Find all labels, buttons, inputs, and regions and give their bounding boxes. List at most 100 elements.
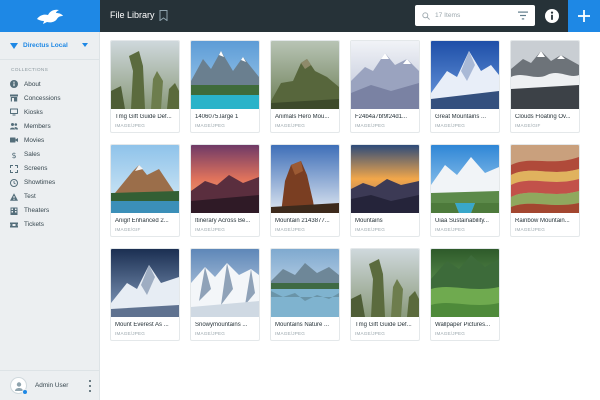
file-card[interactable]: 1406075.large 1 IMAGE/JPEG — [190, 40, 260, 133]
file-card[interactable]: Uiaa Sustainability... IMAGE/JPEG — [430, 144, 500, 237]
logo[interactable] — [0, 0, 100, 32]
file-thumbnail — [111, 41, 179, 109]
file-title: Mountains — [355, 218, 383, 224]
sidebar-item-label: Theaters — [24, 207, 50, 215]
film-icon — [10, 137, 18, 143]
sidebar-item-label: Sales — [24, 151, 40, 159]
file-title: Great Mountains ... — [435, 114, 487, 120]
file-type: IMAGE/JPEG — [435, 227, 466, 232]
sidebar-item-screens[interactable]: Screens — [0, 162, 100, 176]
file-title: Animals Hero Mou... — [275, 114, 330, 120]
file-card[interactable]: F24b4a7bf9f24d1... IMAGE/JPEG — [350, 40, 420, 133]
more-vertical-icon[interactable] — [88, 379, 92, 393]
svg-text:$: $ — [11, 151, 16, 159]
sidebar-item-theaters[interactable]: Theaters — [0, 204, 100, 218]
sidebar-item-sales[interactable]: $ Sales — [0, 147, 100, 161]
file-title: Anigif Enhanced 2... — [115, 218, 169, 224]
file-thumbnail — [271, 249, 339, 317]
sidebar-item-kiosks[interactable]: Kiosks — [0, 105, 100, 119]
dollar-icon: $ — [11, 151, 16, 159]
file-card[interactable]: Tmg Gift Guide Def... IMAGE/JPEG — [350, 248, 420, 341]
file-title: Clouds Floating Ov... — [515, 114, 571, 120]
file-type: IMAGE/JPEG — [195, 331, 226, 336]
file-title: Mount Everest As ... — [115, 322, 169, 328]
file-card[interactable]: Rainbow Mountain... IMAGE/JPEG — [510, 144, 580, 237]
sidebar-item-showtimes[interactable]: Showtimes — [0, 176, 100, 190]
collections-nav: About Concessions Kiosks Members Movies … — [0, 77, 100, 232]
file-card[interactable]: Mountains IMAGE/JPEG — [350, 144, 420, 237]
warning-icon — [10, 193, 18, 201]
file-type: IMAGE/JPEG — [435, 331, 466, 336]
file-type: IMAGE/JPEG — [515, 227, 546, 232]
file-title: Mountains Nature ... — [275, 322, 330, 328]
user-name: Admin User — [35, 382, 69, 389]
file-type: IMAGE/JPEG — [275, 331, 306, 336]
file-card[interactable]: Anigif Enhanced 2... IMAGE/GIF — [110, 144, 180, 237]
bookmark-icon[interactable] — [159, 10, 168, 21]
file-thumbnail — [511, 145, 579, 213]
file-thumbnail — [431, 249, 499, 317]
file-card[interactable]: Wallpaper Pictures... IMAGE/JPEG — [430, 248, 500, 341]
file-card[interactable]: Tmg Gift Guide Def... IMAGE/JPEG — [110, 40, 180, 133]
sidebar-item-members[interactable]: Members — [0, 119, 100, 133]
file-card[interactable]: Mountain 2143877... IMAGE/JPEG — [270, 144, 340, 237]
search-input[interactable] — [435, 12, 515, 19]
sidebar-item-label: About — [24, 80, 41, 88]
header-bar: File Library — [100, 0, 600, 32]
file-title: Uiaa Sustainability... — [435, 218, 489, 224]
file-thumbnail — [191, 249, 259, 317]
sidebar-item-test[interactable]: Test — [0, 190, 100, 204]
file-title: Tmg Gift Guide Def... — [355, 322, 412, 328]
user-menu[interactable]: Admin User — [0, 370, 100, 400]
file-thumbnail — [351, 145, 419, 213]
filter-icon[interactable] — [518, 11, 528, 20]
file-thumbnail — [111, 249, 179, 317]
chevron-down-icon — [82, 43, 88, 47]
file-title: Tmg Gift Guide Def... — [115, 114, 172, 120]
file-grid: Tmg Gift Guide Def... IMAGE/JPEG 1406075… — [100, 32, 600, 400]
file-thumbnail — [431, 145, 499, 213]
file-card[interactable]: Mountains Nature ... IMAGE/JPEG — [270, 248, 340, 341]
file-title: Rainbow Mountain... — [515, 218, 570, 224]
file-title: F24b4a7bf9f24d1... — [355, 114, 408, 120]
file-thumbnail — [271, 41, 339, 109]
file-type: IMAGE/JPEG — [355, 331, 386, 336]
file-title: Wallpaper Pictures... — [435, 322, 491, 328]
info-button[interactable] — [544, 8, 560, 24]
sidebar-item-movies[interactable]: Movies — [0, 133, 100, 147]
sidebar-item-about[interactable]: About — [0, 77, 100, 91]
file-thumbnail — [271, 145, 339, 213]
file-card[interactable]: Animals Hero Mou... IMAGE/JPEG — [270, 40, 340, 133]
sidebar-item-concessions[interactable]: Concessions — [0, 91, 100, 105]
avatar[interactable] — [10, 377, 28, 395]
file-thumbnail — [111, 145, 179, 213]
info-icon — [10, 80, 18, 89]
file-thumbnail — [191, 145, 259, 213]
page-title: File Library — [110, 10, 155, 20]
file-type: IMAGE/GIF — [115, 227, 141, 232]
file-card[interactable]: Snowymountains ... IMAGE/JPEG — [190, 248, 260, 341]
sidebar-item-label: Concessions — [24, 94, 61, 102]
file-card[interactable]: Itinerary Across Be... IMAGE/JPEG — [190, 144, 260, 237]
project-name: Directus Local — [23, 42, 68, 49]
add-file-button[interactable] — [568, 0, 600, 32]
file-card[interactable]: Mount Everest As ... IMAGE/JPEG — [110, 248, 180, 341]
collections-heading: COLLECTIONS — [11, 68, 49, 73]
search-icon — [422, 11, 430, 20]
file-type: IMAGE/JPEG — [115, 331, 146, 336]
file-title: Mountain 2143877... — [275, 218, 330, 224]
store-icon — [10, 94, 18, 102]
project-switcher[interactable]: Directus Local — [0, 32, 100, 60]
sidebar-item-label: Kiosks — [24, 108, 43, 116]
search-box[interactable] — [415, 5, 535, 26]
file-title: 1406075.large 1 — [195, 114, 239, 120]
file-type: IMAGE/JPEG — [195, 227, 226, 232]
people-icon — [10, 123, 18, 130]
file-type: IMAGE/JPEG — [115, 123, 146, 128]
project-icon — [10, 42, 18, 49]
status-dot — [22, 389, 28, 395]
file-card[interactable]: Clouds Floating Ov... IMAGE/GIF — [510, 40, 580, 133]
file-card[interactable]: Great Mountains ... IMAGE/JPEG — [430, 40, 500, 133]
file-title: Snowymountains ... — [195, 322, 248, 328]
sidebar-item-tickets[interactable]: Tickets — [0, 218, 100, 232]
